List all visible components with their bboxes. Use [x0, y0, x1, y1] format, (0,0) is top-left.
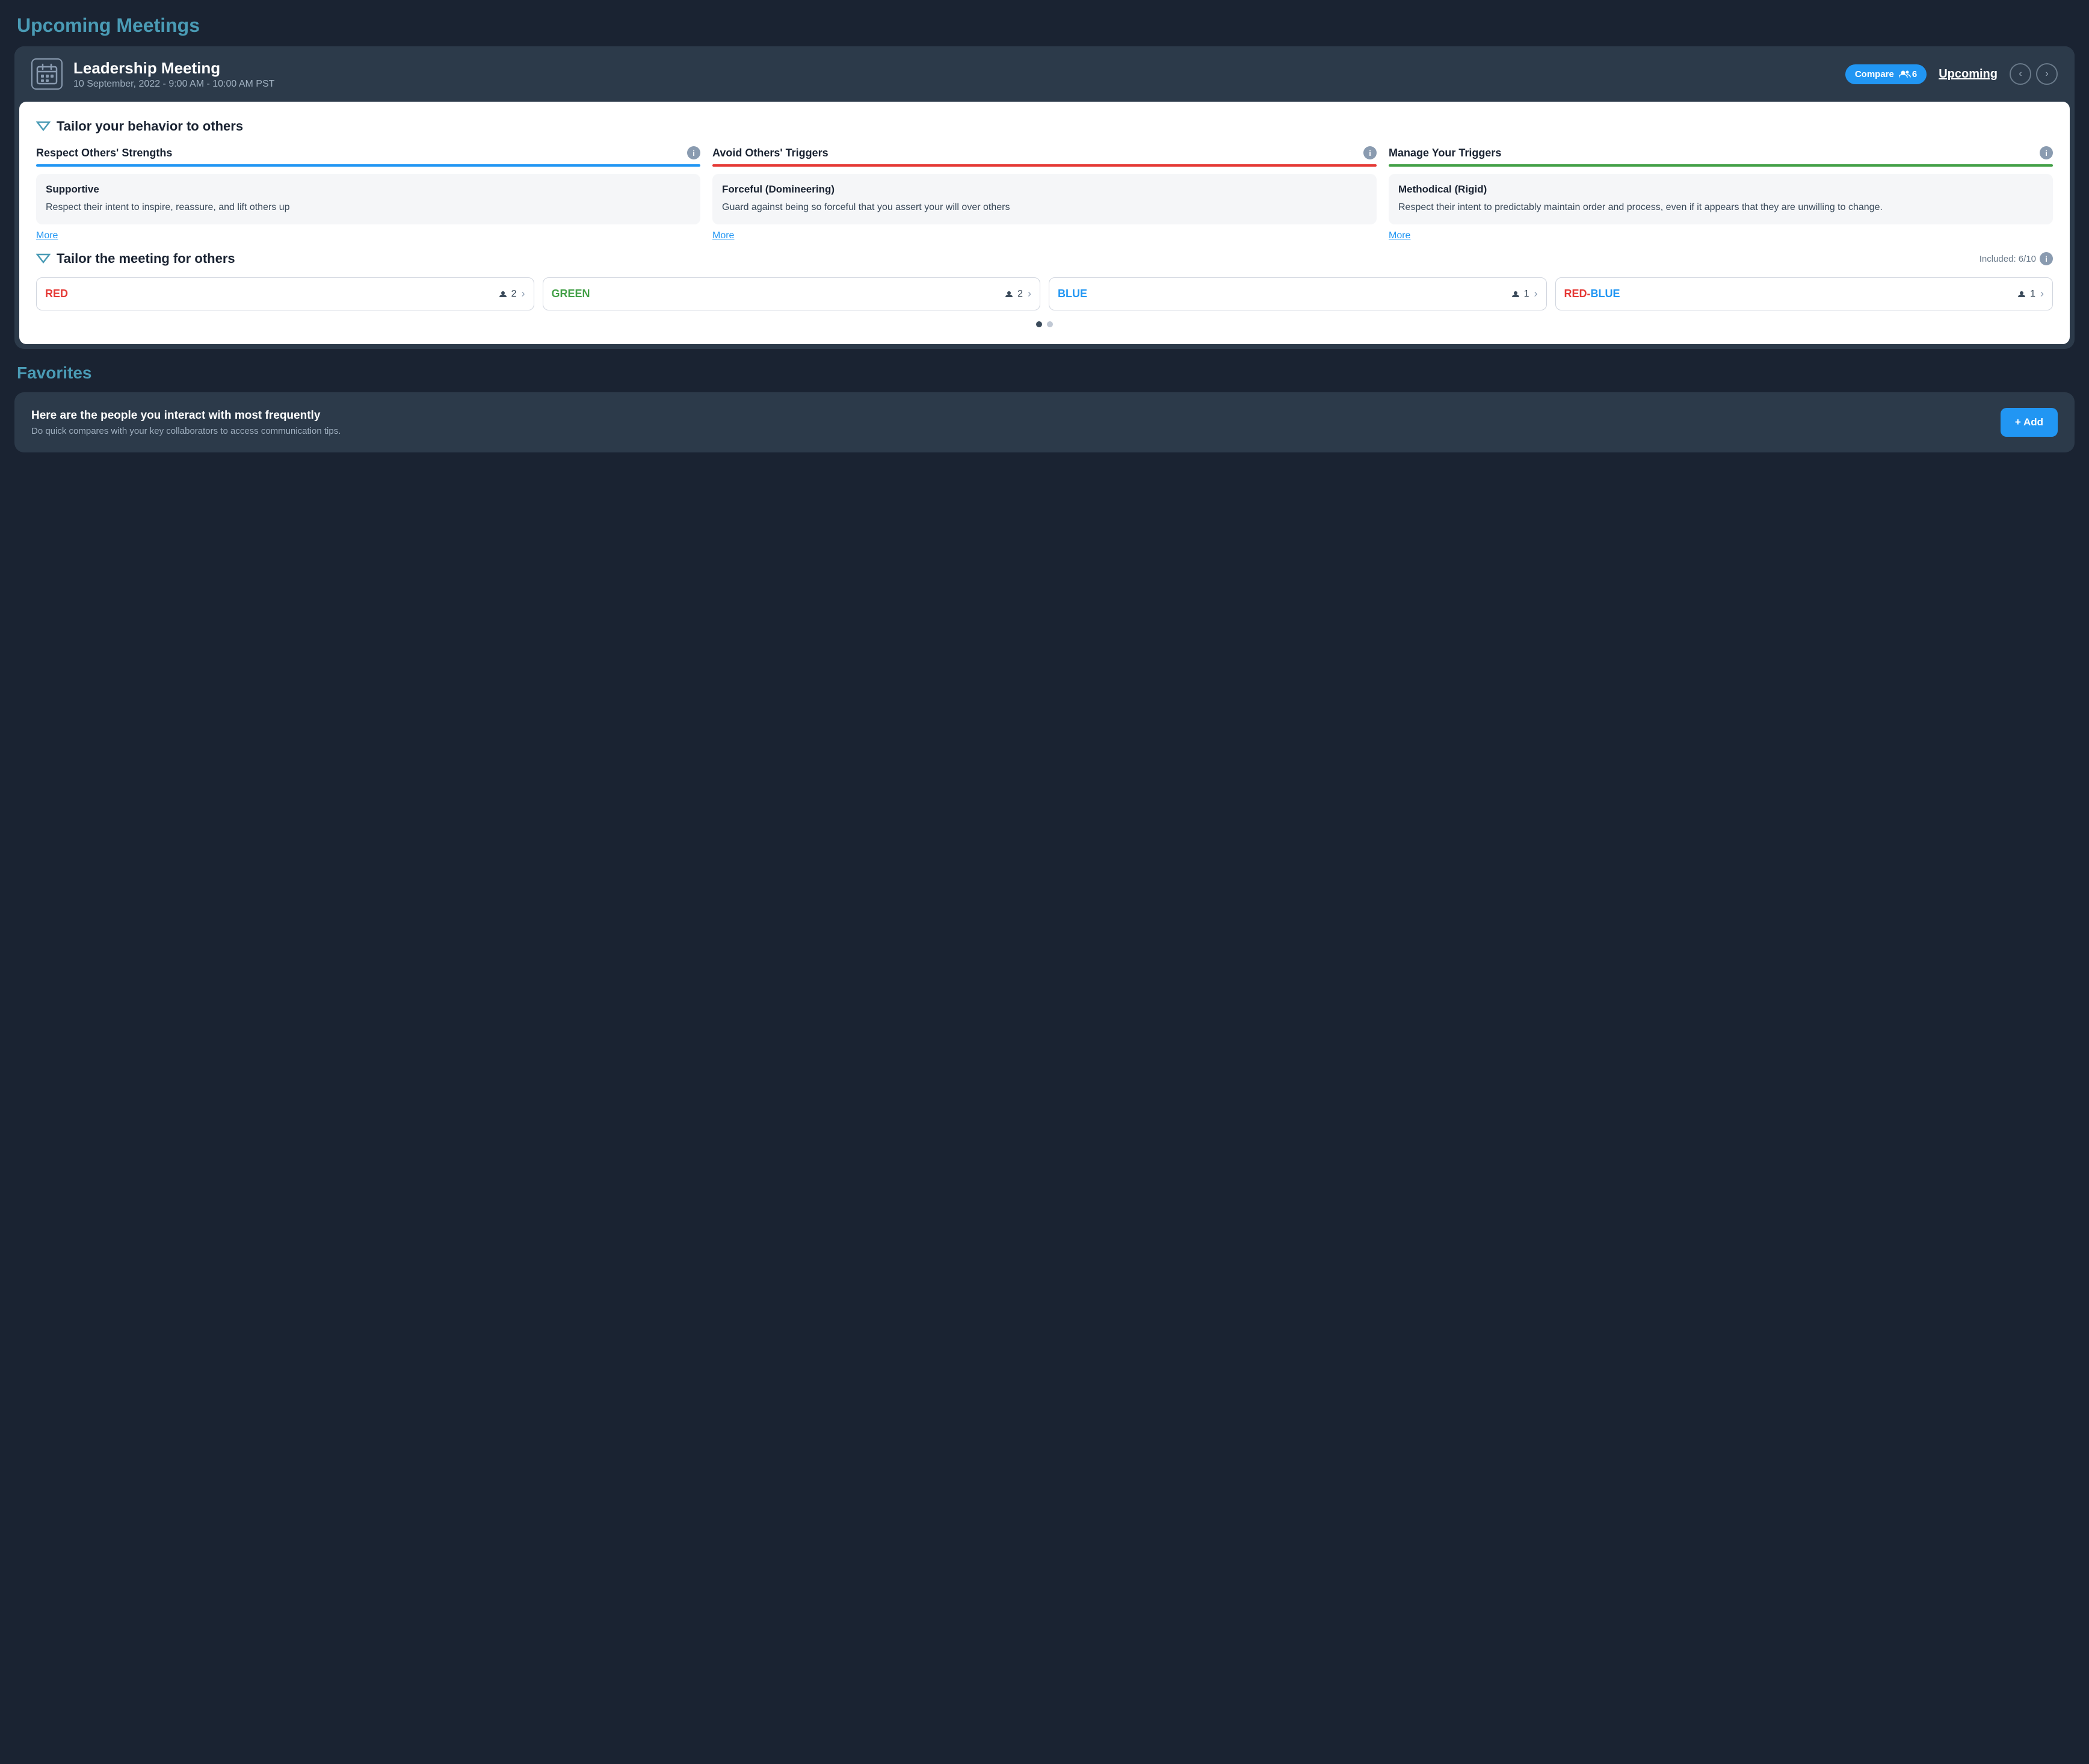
- card-title-my-triggers: Methodical (Rigid): [1398, 183, 2043, 196]
- info-icon-included[interactable]: i: [2040, 252, 2053, 265]
- compare-count: 6: [1912, 69, 1917, 79]
- column-strengths: Respect Others' Strengths i Supportive R…: [36, 146, 700, 241]
- color-card-right-red-blue: 1 ›: [2018, 288, 2044, 300]
- card-text-my-triggers: Respect their intent to predictably main…: [1398, 200, 2043, 215]
- meeting-header: Leadership Meeting 10 September, 2022 - …: [14, 46, 2075, 102]
- color-label-red: RED: [45, 288, 68, 300]
- content-area: Tailor your behavior to others Respect O…: [19, 102, 2070, 344]
- red-blue-count: 1: [2030, 289, 2035, 300]
- pagination-dots: [36, 321, 2053, 327]
- next-arrow-button[interactable]: ›: [2036, 63, 2058, 85]
- blue-count: 1: [1524, 289, 1529, 300]
- compare-label: Compare: [1855, 69, 1894, 79]
- chevron-red: ›: [522, 288, 525, 300]
- column-card-triggers: Forceful (Domineering) Guard against bei…: [712, 174, 1377, 224]
- upcoming-label[interactable]: Upcoming: [1939, 67, 1998, 81]
- included-text: Included: 6/10: [1979, 254, 2036, 264]
- dot-2[interactable]: [1047, 321, 1053, 327]
- column-header-triggers: Avoid Others' Triggers i: [712, 146, 1377, 159]
- card-text-strengths: Respect their intent to inspire, reassur…: [46, 200, 691, 215]
- favorites-title: Favorites: [14, 363, 2075, 383]
- column-card-strengths: Supportive Respect their intent to inspi…: [36, 174, 700, 224]
- chevron-green: ›: [1028, 288, 1031, 300]
- chevron-red-blue: ›: [2040, 288, 2044, 300]
- more-link-strengths[interactable]: More: [36, 230, 700, 241]
- meeting-header-right: Compare 6 Upcoming ‹ ›: [1845, 63, 2058, 85]
- column-card-my-triggers: Methodical (Rigid) Respect their intent …: [1389, 174, 2053, 224]
- compare-button[interactable]: Compare 6: [1845, 64, 1927, 84]
- column-title-triggers: Avoid Others' Triggers: [712, 147, 829, 159]
- column-triggers: Avoid Others' Triggers i Forceful (Domin…: [712, 146, 1377, 241]
- card-title-triggers: Forceful (Domineering): [722, 183, 1367, 196]
- meeting-date: 10 September, 2022 - 9:00 AM - 10:00 AM …: [73, 79, 274, 90]
- color-card-red[interactable]: RED 2 ›: [36, 277, 534, 310]
- more-link-my-triggers[interactable]: More: [1389, 230, 2053, 241]
- red-count: 2: [511, 289, 517, 300]
- meeting-info: Leadership Meeting 10 September, 2022 - …: [73, 59, 274, 90]
- column-bar-my-triggers: [1389, 164, 2053, 167]
- favorites-text-title: Here are the people you interact with mo…: [31, 409, 341, 422]
- tailor-meeting-left: Tailor the meeting for others: [36, 251, 235, 267]
- color-label-blue: BLUE: [1058, 288, 1087, 300]
- tailor-meeting-title: Tailor the meeting for others: [57, 251, 235, 267]
- color-card-blue[interactable]: BLUE 1 ›: [1049, 277, 1547, 310]
- included-label: Included: 6/10 i: [1979, 252, 2053, 265]
- meeting-header-left: Leadership Meeting 10 September, 2022 - …: [31, 58, 274, 90]
- prev-arrow-button[interactable]: ‹: [2010, 63, 2031, 85]
- color-card-right-blue: 1 ›: [1512, 288, 1538, 300]
- dot-1[interactable]: [1036, 321, 1042, 327]
- chevron-blue: ›: [1534, 288, 1538, 300]
- people-count-green: 2: [1005, 289, 1023, 300]
- color-cards-grid: RED 2 › GREEN: [36, 277, 2053, 310]
- info-icon-triggers[interactable]: i: [1363, 146, 1377, 159]
- column-header-my-triggers: Manage Your Triggers i: [1389, 146, 2053, 159]
- nav-arrows: ‹ ›: [2010, 63, 2058, 85]
- calendar-icon: [31, 58, 63, 90]
- color-card-right-red: 2 ›: [499, 288, 525, 300]
- tailor-meeting-header: Tailor the meeting for others Included: …: [36, 251, 2053, 267]
- people-count-red-blue: 1: [2018, 289, 2035, 300]
- triangle-meeting-icon: [36, 251, 51, 266]
- favorites-text-sub: Do quick compares with your key collabor…: [31, 426, 341, 436]
- color-card-red-blue[interactable]: RED-BLUE 1 ›: [1555, 277, 2054, 310]
- behavior-section-title: Tailor your behavior to others: [57, 119, 243, 134]
- favorites-text: Here are the people you interact with mo…: [31, 409, 341, 436]
- people-count-red: 2: [499, 289, 517, 300]
- color-card-green[interactable]: GREEN 2 ›: [543, 277, 1041, 310]
- info-icon-my-triggers[interactable]: i: [2040, 146, 2053, 159]
- add-button[interactable]: + Add: [2001, 408, 2058, 437]
- main-card: Leadership Meeting 10 September, 2022 - …: [14, 46, 2075, 349]
- info-icon-strengths[interactable]: i: [687, 146, 700, 159]
- behavior-section-header: Tailor your behavior to others: [36, 119, 2053, 134]
- card-title-strengths: Supportive: [46, 183, 691, 196]
- column-header-strengths: Respect Others' Strengths i: [36, 146, 700, 159]
- column-my-triggers: Manage Your Triggers i Methodical (Rigid…: [1389, 146, 2053, 241]
- behavior-columns: Respect Others' Strengths i Supportive R…: [36, 146, 2053, 241]
- meeting-title: Leadership Meeting: [73, 59, 274, 78]
- favorites-card: Here are the people you interact with mo…: [14, 392, 2075, 452]
- color-label-green: GREEN: [552, 288, 590, 300]
- more-link-triggers[interactable]: More: [712, 230, 1377, 241]
- column-title-my-triggers: Manage Your Triggers: [1389, 147, 1501, 159]
- color-card-right-green: 2 ›: [1005, 288, 1031, 300]
- color-label-red-blue: RED-BLUE: [1564, 288, 1620, 300]
- green-count: 2: [1017, 289, 1023, 300]
- card-text-triggers: Guard against being so forceful that you…: [722, 200, 1367, 215]
- triangle-icon: [36, 119, 51, 134]
- column-title-strengths: Respect Others' Strengths: [36, 147, 172, 159]
- people-count-blue: 1: [1512, 289, 1529, 300]
- page-title: Upcoming Meetings: [14, 14, 2075, 37]
- people-icon: 6: [1899, 69, 1917, 79]
- column-bar-strengths: [36, 164, 700, 167]
- column-bar-triggers: [712, 164, 1377, 167]
